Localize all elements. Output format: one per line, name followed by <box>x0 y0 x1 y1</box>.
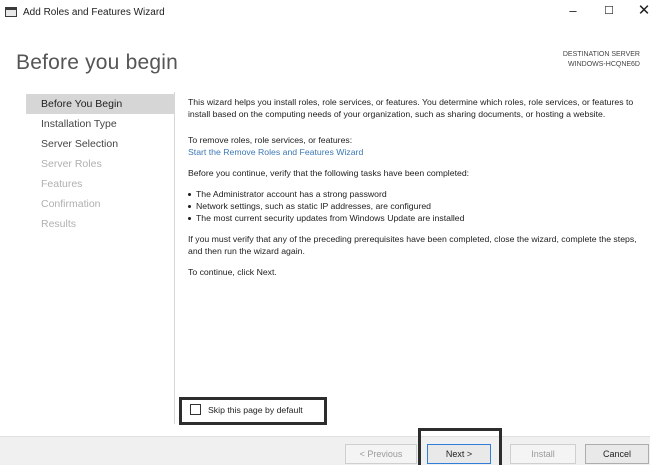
nav-item-installation-type[interactable]: Installation Type <box>26 114 174 134</box>
prereq-text: If you must verify that any of the prece… <box>188 234 637 256</box>
minimize-icon[interactable]: – <box>563 3 583 19</box>
window-title: Add Roles and Features Wizard <box>23 6 165 18</box>
nav-item-results: Results <box>41 218 77 230</box>
remove-heading: To remove roles, role services, or featu… <box>188 135 353 145</box>
nav-item-server-selection[interactable]: Server Selection <box>26 134 174 154</box>
title-bar: Add Roles and Features Wizard <box>0 0 650 24</box>
destination-server-name: WINDOWS-HCQNE6D <box>568 61 640 68</box>
destination-server-label: DESTINATION SERVER <box>562 51 640 58</box>
nav-divider <box>174 92 175 424</box>
maximize-icon[interactable]: ☐ <box>599 3 619 19</box>
page-title: Before you begin <box>16 51 178 74</box>
continue-text: To continue, click Next. <box>188 267 277 277</box>
next-button[interactable]: Next > <box>427 444 491 464</box>
verify-text: Before you continue, verify that the fol… <box>188 168 470 178</box>
install-button[interactable]: Install <box>510 444 576 464</box>
intro-text: This wizard helps you install roles, rol… <box>188 97 634 119</box>
skip-page-checkbox[interactable] <box>190 404 201 415</box>
main-content: This wizard helps you install roles, rol… <box>188 96 644 278</box>
skip-page-option[interactable]: Skip this page by default <box>190 404 303 415</box>
nav-item-features: Features <box>41 178 83 190</box>
nav-item-before-you-begin[interactable]: Before You Begin <box>26 94 174 114</box>
cancel-button[interactable]: Cancel <box>585 444 649 464</box>
skip-page-label[interactable]: Skip this page by default <box>208 405 303 415</box>
list-item: Network settings, such as static IP addr… <box>188 200 644 212</box>
wizard-nav: Before You Begin Installation Type Serve… <box>26 94 174 234</box>
server-manager-icon <box>5 7 17 17</box>
close-icon[interactable]: ✕ <box>634 3 650 19</box>
nav-item-confirmation: Confirmation <box>41 198 101 210</box>
destination-server-info: DESTINATION SERVER WINDOWS-HCQNE6D <box>563 50 640 70</box>
nav-item-server-roles: Server Roles <box>41 158 102 170</box>
list-item: The most current security updates from W… <box>188 212 644 224</box>
prerequisite-list: The Administrator account has a strong p… <box>188 188 644 224</box>
previous-button[interactable]: < Previous <box>345 444 417 464</box>
remove-wizard-link[interactable]: Start the Remove Roles and Features Wiza… <box>188 146 644 158</box>
list-item: The Administrator account has a strong p… <box>188 188 644 200</box>
